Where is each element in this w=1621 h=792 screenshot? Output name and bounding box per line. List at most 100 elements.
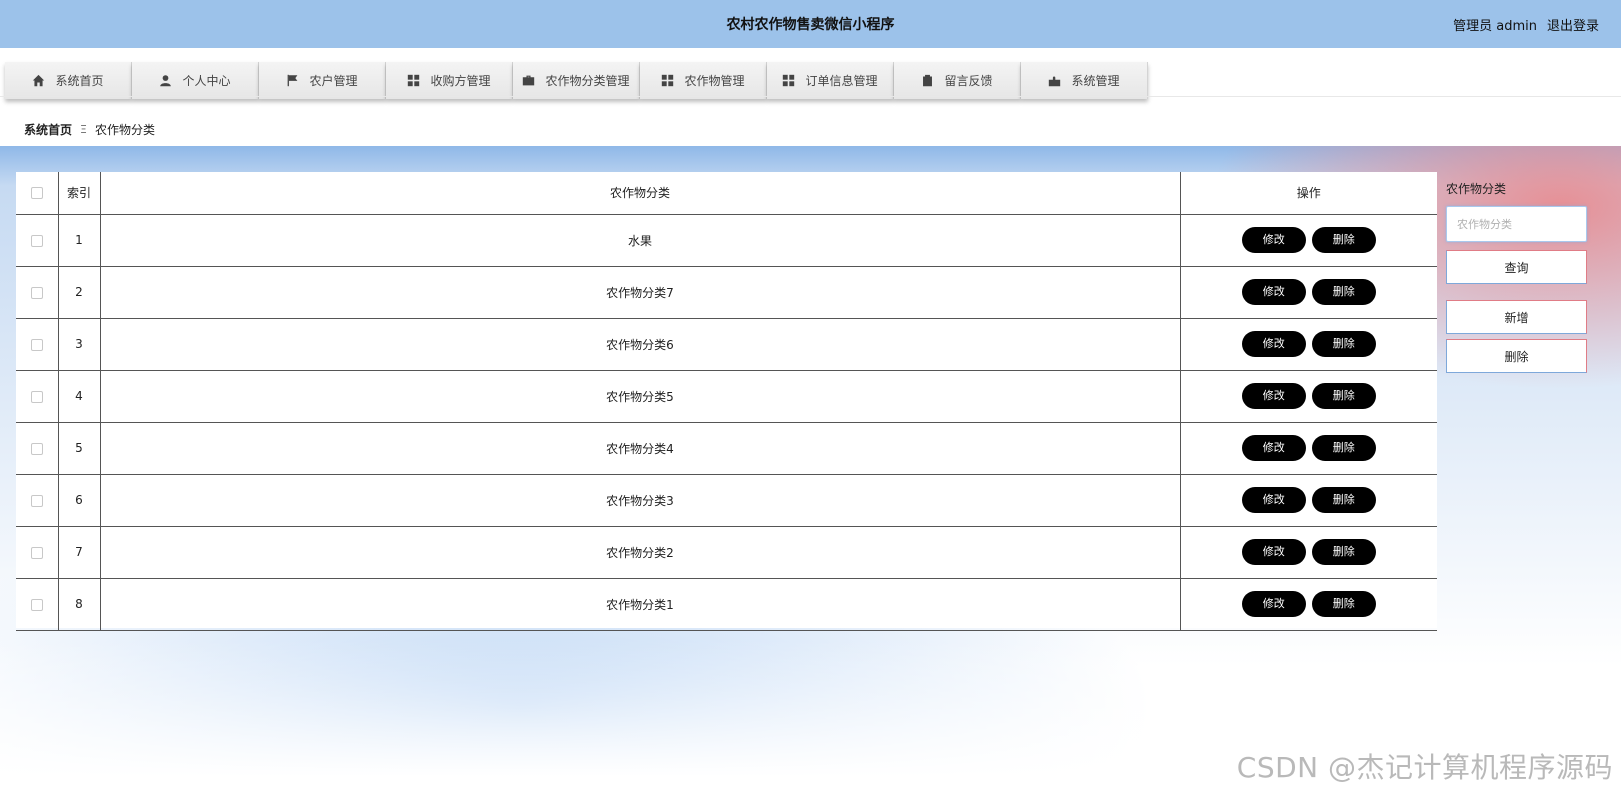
edit-button[interactable]: 修改 (1241, 487, 1306, 513)
nav-item-system[interactable]: 系统管理 (1021, 62, 1148, 99)
row-checkbox[interactable] (30, 598, 43, 611)
delete-button[interactable]: 删除 (1311, 383, 1376, 409)
nav-item-label: 收购方管理 (430, 74, 491, 88)
select-all-checkbox[interactable] (30, 187, 43, 200)
category-table-container: 索引 农作物分类 操作 1 水果 修改 删除 2 农作物分类7 修改 删除 3 农作物分类6 修改删… (16, 172, 1437, 631)
nav-item-farmer[interactable]: 农户管理 (259, 62, 386, 99)
delete-button[interactable]: 删除 (1311, 435, 1376, 461)
row-actions: 修改 删除 (1179, 578, 1437, 631)
search-label: 农作物分类 (1446, 182, 1507, 196)
delete-button[interactable]: 删除 (1311, 331, 1376, 357)
edit-button[interactable]: 修改 (1241, 331, 1306, 357)
row-index: 8 (57, 578, 100, 631)
batch-delete-button[interactable]: 删除 (1446, 339, 1587, 373)
nav-item-label: 订单信息管理 (805, 74, 878, 88)
add-button[interactable]: 新增 (1446, 300, 1587, 334)
row-category: 农作物分类6 (99, 318, 1180, 371)
briefcase-icon (523, 75, 535, 86)
delete-button[interactable]: 删除 (1311, 487, 1376, 513)
grid-icon (783, 74, 795, 87)
edit-button[interactable]: 修改 (1241, 383, 1306, 409)
user-area: 管理员 admin 退出登录 (1453, 15, 1599, 34)
edit-button[interactable]: 修改 (1241, 591, 1306, 617)
top-header-bar: 农村农作物售卖微信小程序 管理员 admin 退出登录 (0, 0, 1621, 48)
breadcrumb: 系统首页 Ξ 农作物分类 (24, 121, 155, 138)
category-search-input[interactable] (1446, 206, 1587, 242)
row-checkbox[interactable] (30, 442, 43, 455)
user-icon (160, 75, 172, 87)
row-index: 5 (57, 422, 100, 475)
breadcrumb-home[interactable]: 系统首页 (24, 121, 72, 138)
table-row: 4 农作物分类5 修改 删除 (16, 370, 1437, 423)
row-checkbox[interactable] (30, 494, 43, 507)
row-select-cell (16, 370, 58, 423)
flag-icon (288, 74, 298, 87)
table-row: 6 农作物分类3 修改 删除 (16, 474, 1437, 527)
index-header: 索引 (57, 172, 100, 215)
admin-user-label: 管理员 admin (1453, 19, 1537, 34)
row-select-cell (16, 474, 58, 527)
delete-button[interactable]: 删除 (1311, 279, 1376, 305)
edit-button[interactable]: 修改 (1241, 435, 1306, 461)
edit-button[interactable]: 修改 (1241, 227, 1306, 253)
delete-button[interactable]: 删除 (1311, 227, 1376, 253)
row-select-cell (16, 578, 58, 631)
row-checkbox[interactable] (30, 286, 43, 299)
row-index: 7 (57, 526, 100, 579)
nav-item-crop-category[interactable]: 农作物分类管理 (513, 62, 640, 99)
delete-button[interactable]: 删除 (1311, 591, 1376, 617)
grid-icon (408, 74, 420, 87)
table-header-row: 索引 农作物分类 操作 (16, 172, 1437, 215)
nav-item-home[interactable]: 系统首页 (5, 62, 132, 99)
nav-divider (0, 96, 1621, 97)
edit-button[interactable]: 修改 (1241, 279, 1306, 305)
nav-item-label: 农作物管理 (684, 74, 745, 88)
row-select-cell (16, 526, 58, 579)
row-category: 农作物分类4 (99, 422, 1180, 475)
nav-item-buyer[interactable]: 收购方管理 (386, 62, 513, 99)
nav-item-label: 个人中心 (182, 74, 231, 88)
row-category: 农作物分类3 (99, 474, 1180, 527)
table-row: 7 农作物分类2 修改 删除 (16, 526, 1437, 579)
table-row: 8 农作物分类1 修改 删除 (16, 578, 1437, 631)
nav-item-orders[interactable]: 订单信息管理 (767, 62, 894, 99)
row-index: 3 (57, 318, 100, 371)
grid-icon (662, 74, 674, 87)
nav-item-crop[interactable]: 农作物管理 (640, 62, 767, 99)
row-index: 2 (57, 266, 100, 319)
row-checkbox[interactable] (30, 338, 43, 351)
breadcrumb-current: 农作物分类 (94, 123, 155, 137)
nav-item-label: 农户管理 (309, 74, 358, 88)
query-button[interactable]: 查询 (1446, 250, 1587, 284)
nav-item-label: 农作物分类管理 (545, 74, 630, 88)
row-checkbox[interactable] (30, 234, 43, 247)
row-select-cell (16, 422, 58, 475)
edit-button[interactable]: 修改 (1241, 539, 1306, 565)
logout-link[interactable]: 退出登录 (1547, 15, 1599, 34)
row-actions: 修改 删除 (1179, 318, 1437, 371)
nav-item-feedback[interactable]: 留言反馈 (894, 62, 1021, 99)
app-title: 农村农作物售卖微信小程序 (726, 17, 895, 33)
row-category: 农作物分类7 (99, 266, 1180, 319)
row-select-cell (16, 318, 58, 371)
select-all-cell (16, 172, 58, 215)
watermark: CSDN @杰记计算机程序源码 (1236, 751, 1613, 784)
row-checkbox[interactable] (30, 546, 43, 559)
delete-button[interactable]: 删除 (1311, 539, 1376, 565)
clipboard-icon (923, 74, 933, 87)
nav-item-label: 系统管理 (1071, 74, 1120, 88)
row-index: 1 (57, 214, 100, 267)
breadcrumb-separator: Ξ (80, 123, 87, 136)
row-index: 4 (57, 370, 100, 423)
nav-item-profile[interactable]: 个人中心 (132, 62, 259, 99)
row-actions: 修改 删除 (1179, 474, 1437, 527)
search-panel: 农作物分类 查询 新增 删除 (1446, 180, 1588, 373)
row-actions: 修改 删除 (1179, 422, 1437, 475)
puzzle-icon (1049, 76, 1061, 87)
row-index: 6 (57, 474, 100, 527)
table-row: 1 水果 修改 删除 (16, 214, 1437, 267)
row-actions: 修改 删除 (1179, 526, 1437, 579)
row-select-cell (16, 266, 58, 319)
row-checkbox[interactable] (30, 390, 43, 403)
home-icon (33, 74, 45, 87)
